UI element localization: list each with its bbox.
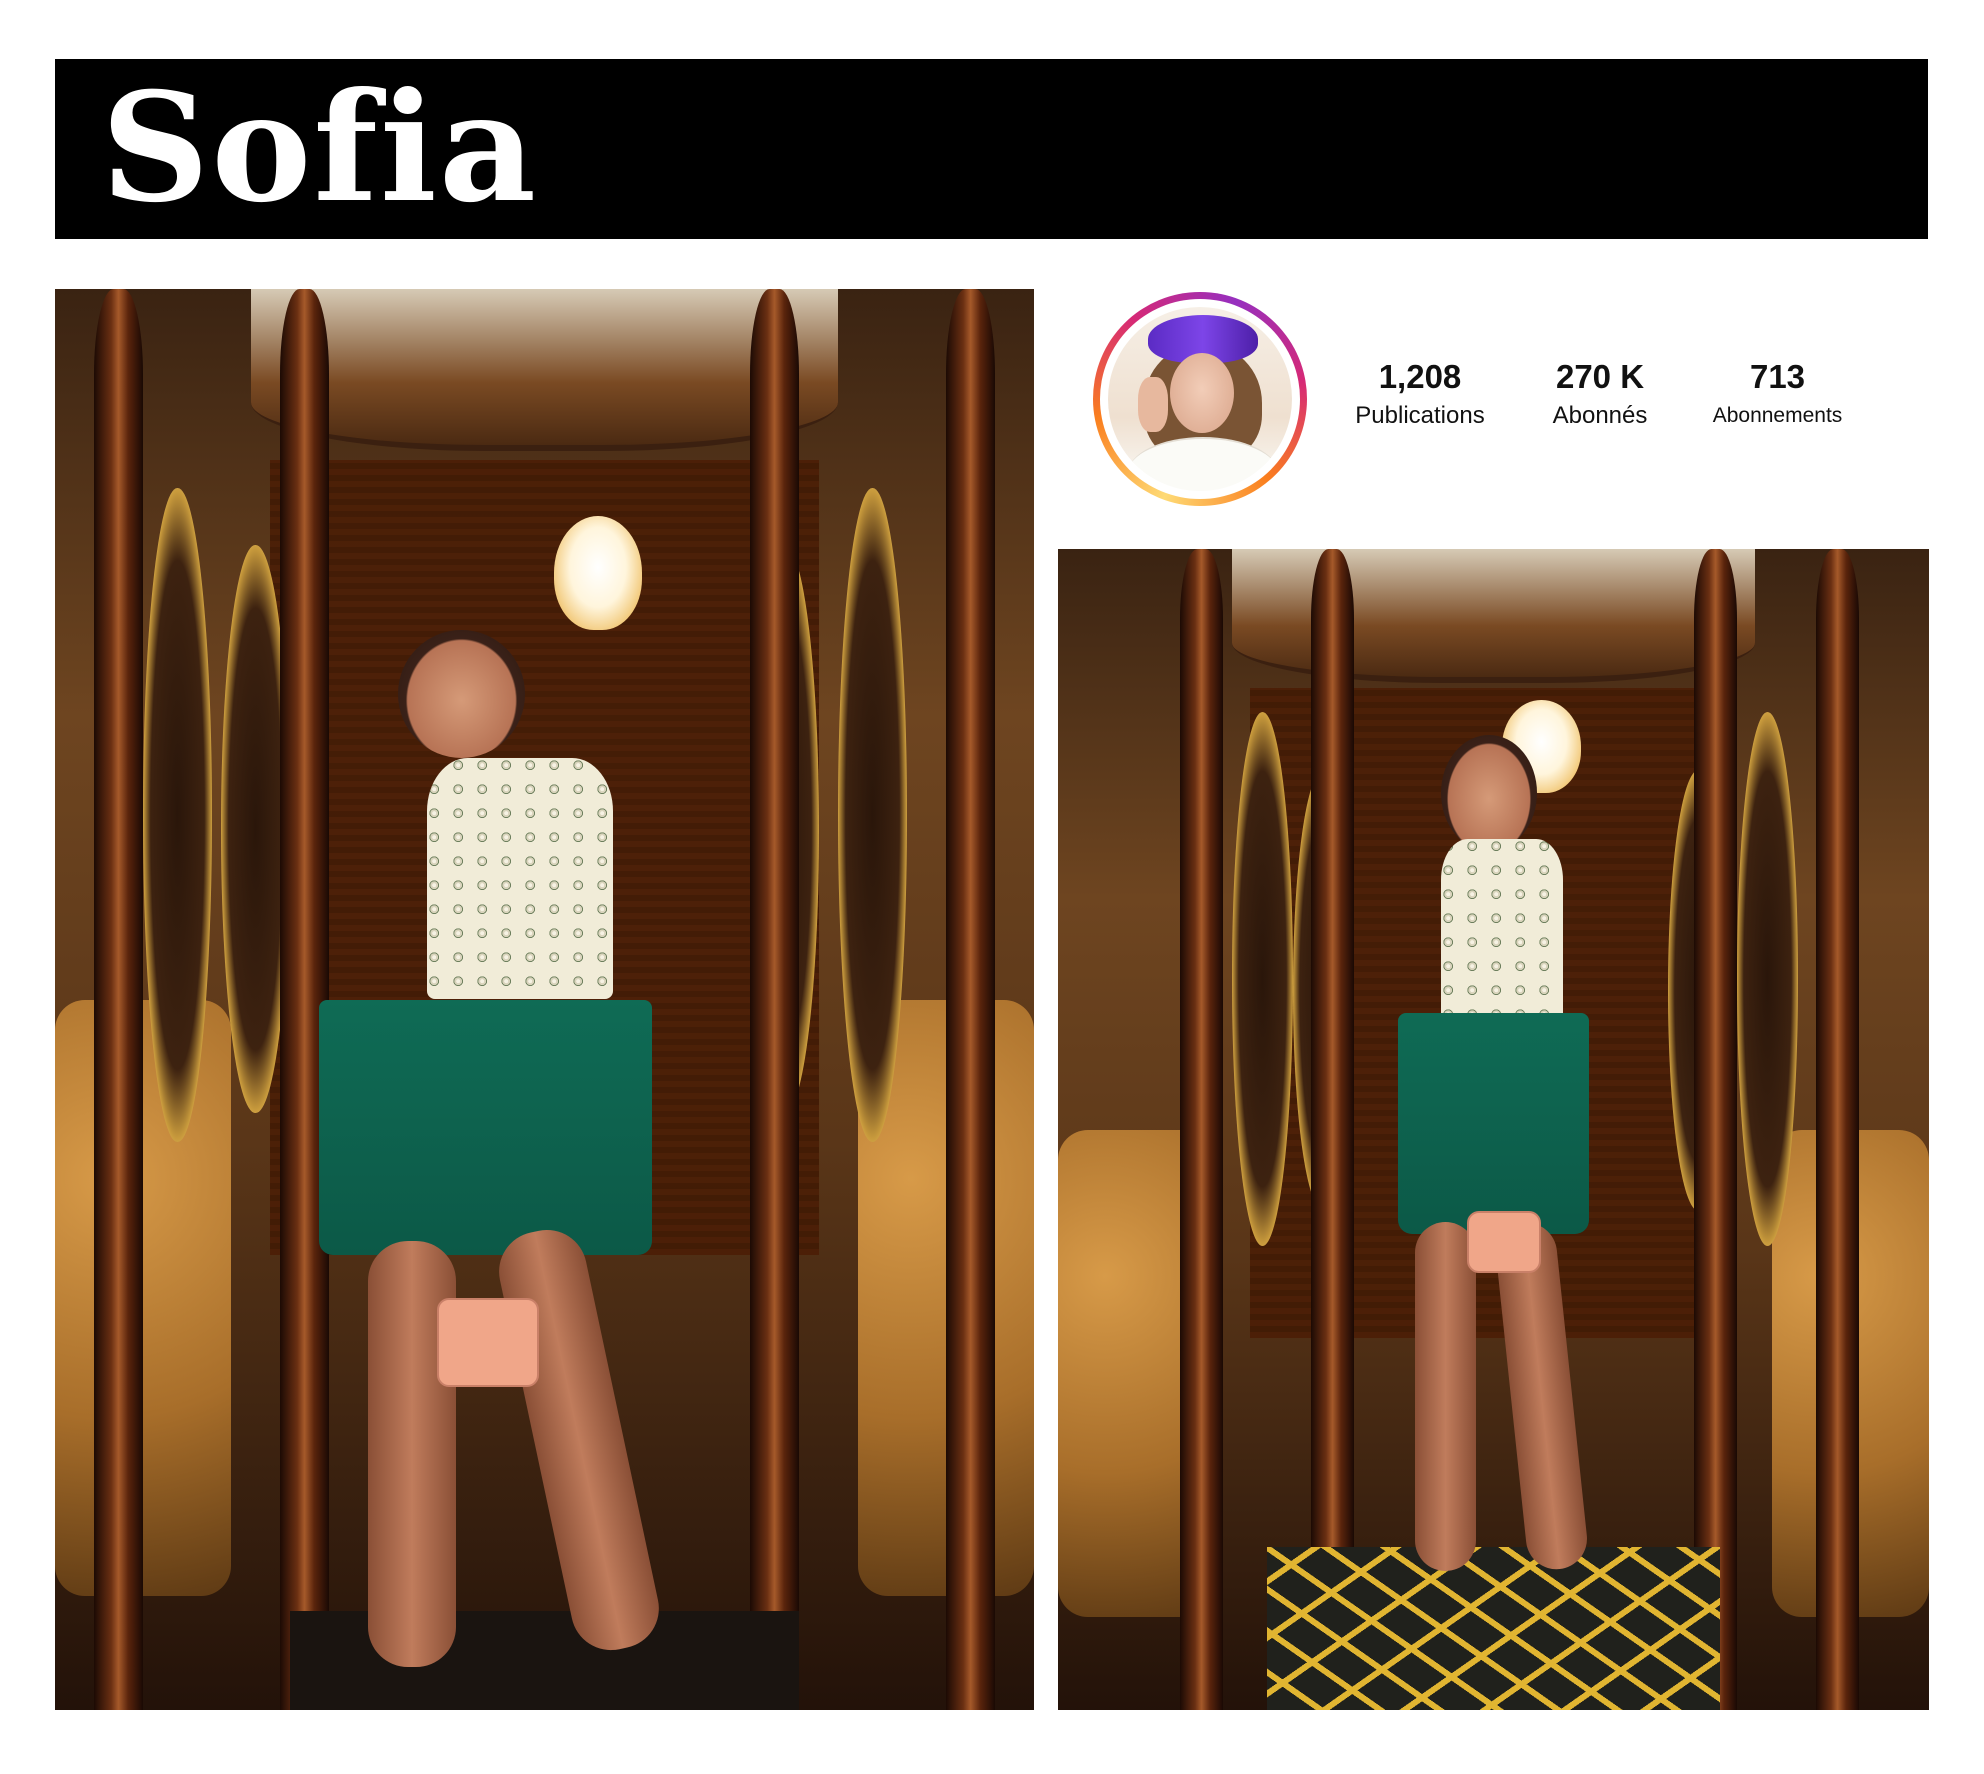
avatar-photo xyxy=(1108,307,1292,491)
profile-avatar[interactable] xyxy=(1093,292,1307,506)
figure-leg xyxy=(1492,1220,1590,1573)
photo-right[interactable] xyxy=(1058,549,1929,1710)
avatar-frame xyxy=(1100,299,1300,499)
stat-value: 1,208 xyxy=(1378,358,1462,395)
profile-stats: 1,208 Publications 270 K Abonnés 713 Abo… xyxy=(1330,357,1870,447)
stat-publications[interactable]: 1,208 Publications xyxy=(1330,357,1510,433)
figure-shorts xyxy=(319,999,653,1256)
photo-figure xyxy=(55,289,1034,1710)
avatar-face xyxy=(1170,353,1234,433)
figure-head xyxy=(397,630,525,758)
photo-figure xyxy=(1058,549,1929,1710)
stat-label: Publications xyxy=(1355,402,1485,429)
stat-label: Abonnés xyxy=(1552,402,1648,429)
figure-leg xyxy=(491,1222,667,1658)
stat-following[interactable]: 713 Abonnements xyxy=(1685,357,1870,433)
figure-head xyxy=(1441,734,1538,851)
page-title: Sofia xyxy=(101,60,539,236)
title-bar: Sofia xyxy=(55,59,1928,239)
stat-value: 270 K xyxy=(1555,358,1645,395)
figure-top xyxy=(427,757,614,1000)
figure-bag xyxy=(1467,1210,1542,1273)
figure-bag xyxy=(436,1297,539,1388)
stat-value: 713 xyxy=(1749,358,1806,395)
stat-followers[interactable]: 270 K Abonnés xyxy=(1515,357,1685,433)
stat-label: Abonnements xyxy=(1712,404,1843,427)
figure-shorts xyxy=(1397,1013,1590,1234)
figure-leg xyxy=(1415,1222,1477,1571)
avatar-coat xyxy=(1128,437,1278,491)
figure-top xyxy=(1441,839,1564,1025)
avatar-hand xyxy=(1138,377,1168,432)
photo-left[interactable] xyxy=(55,289,1034,1710)
